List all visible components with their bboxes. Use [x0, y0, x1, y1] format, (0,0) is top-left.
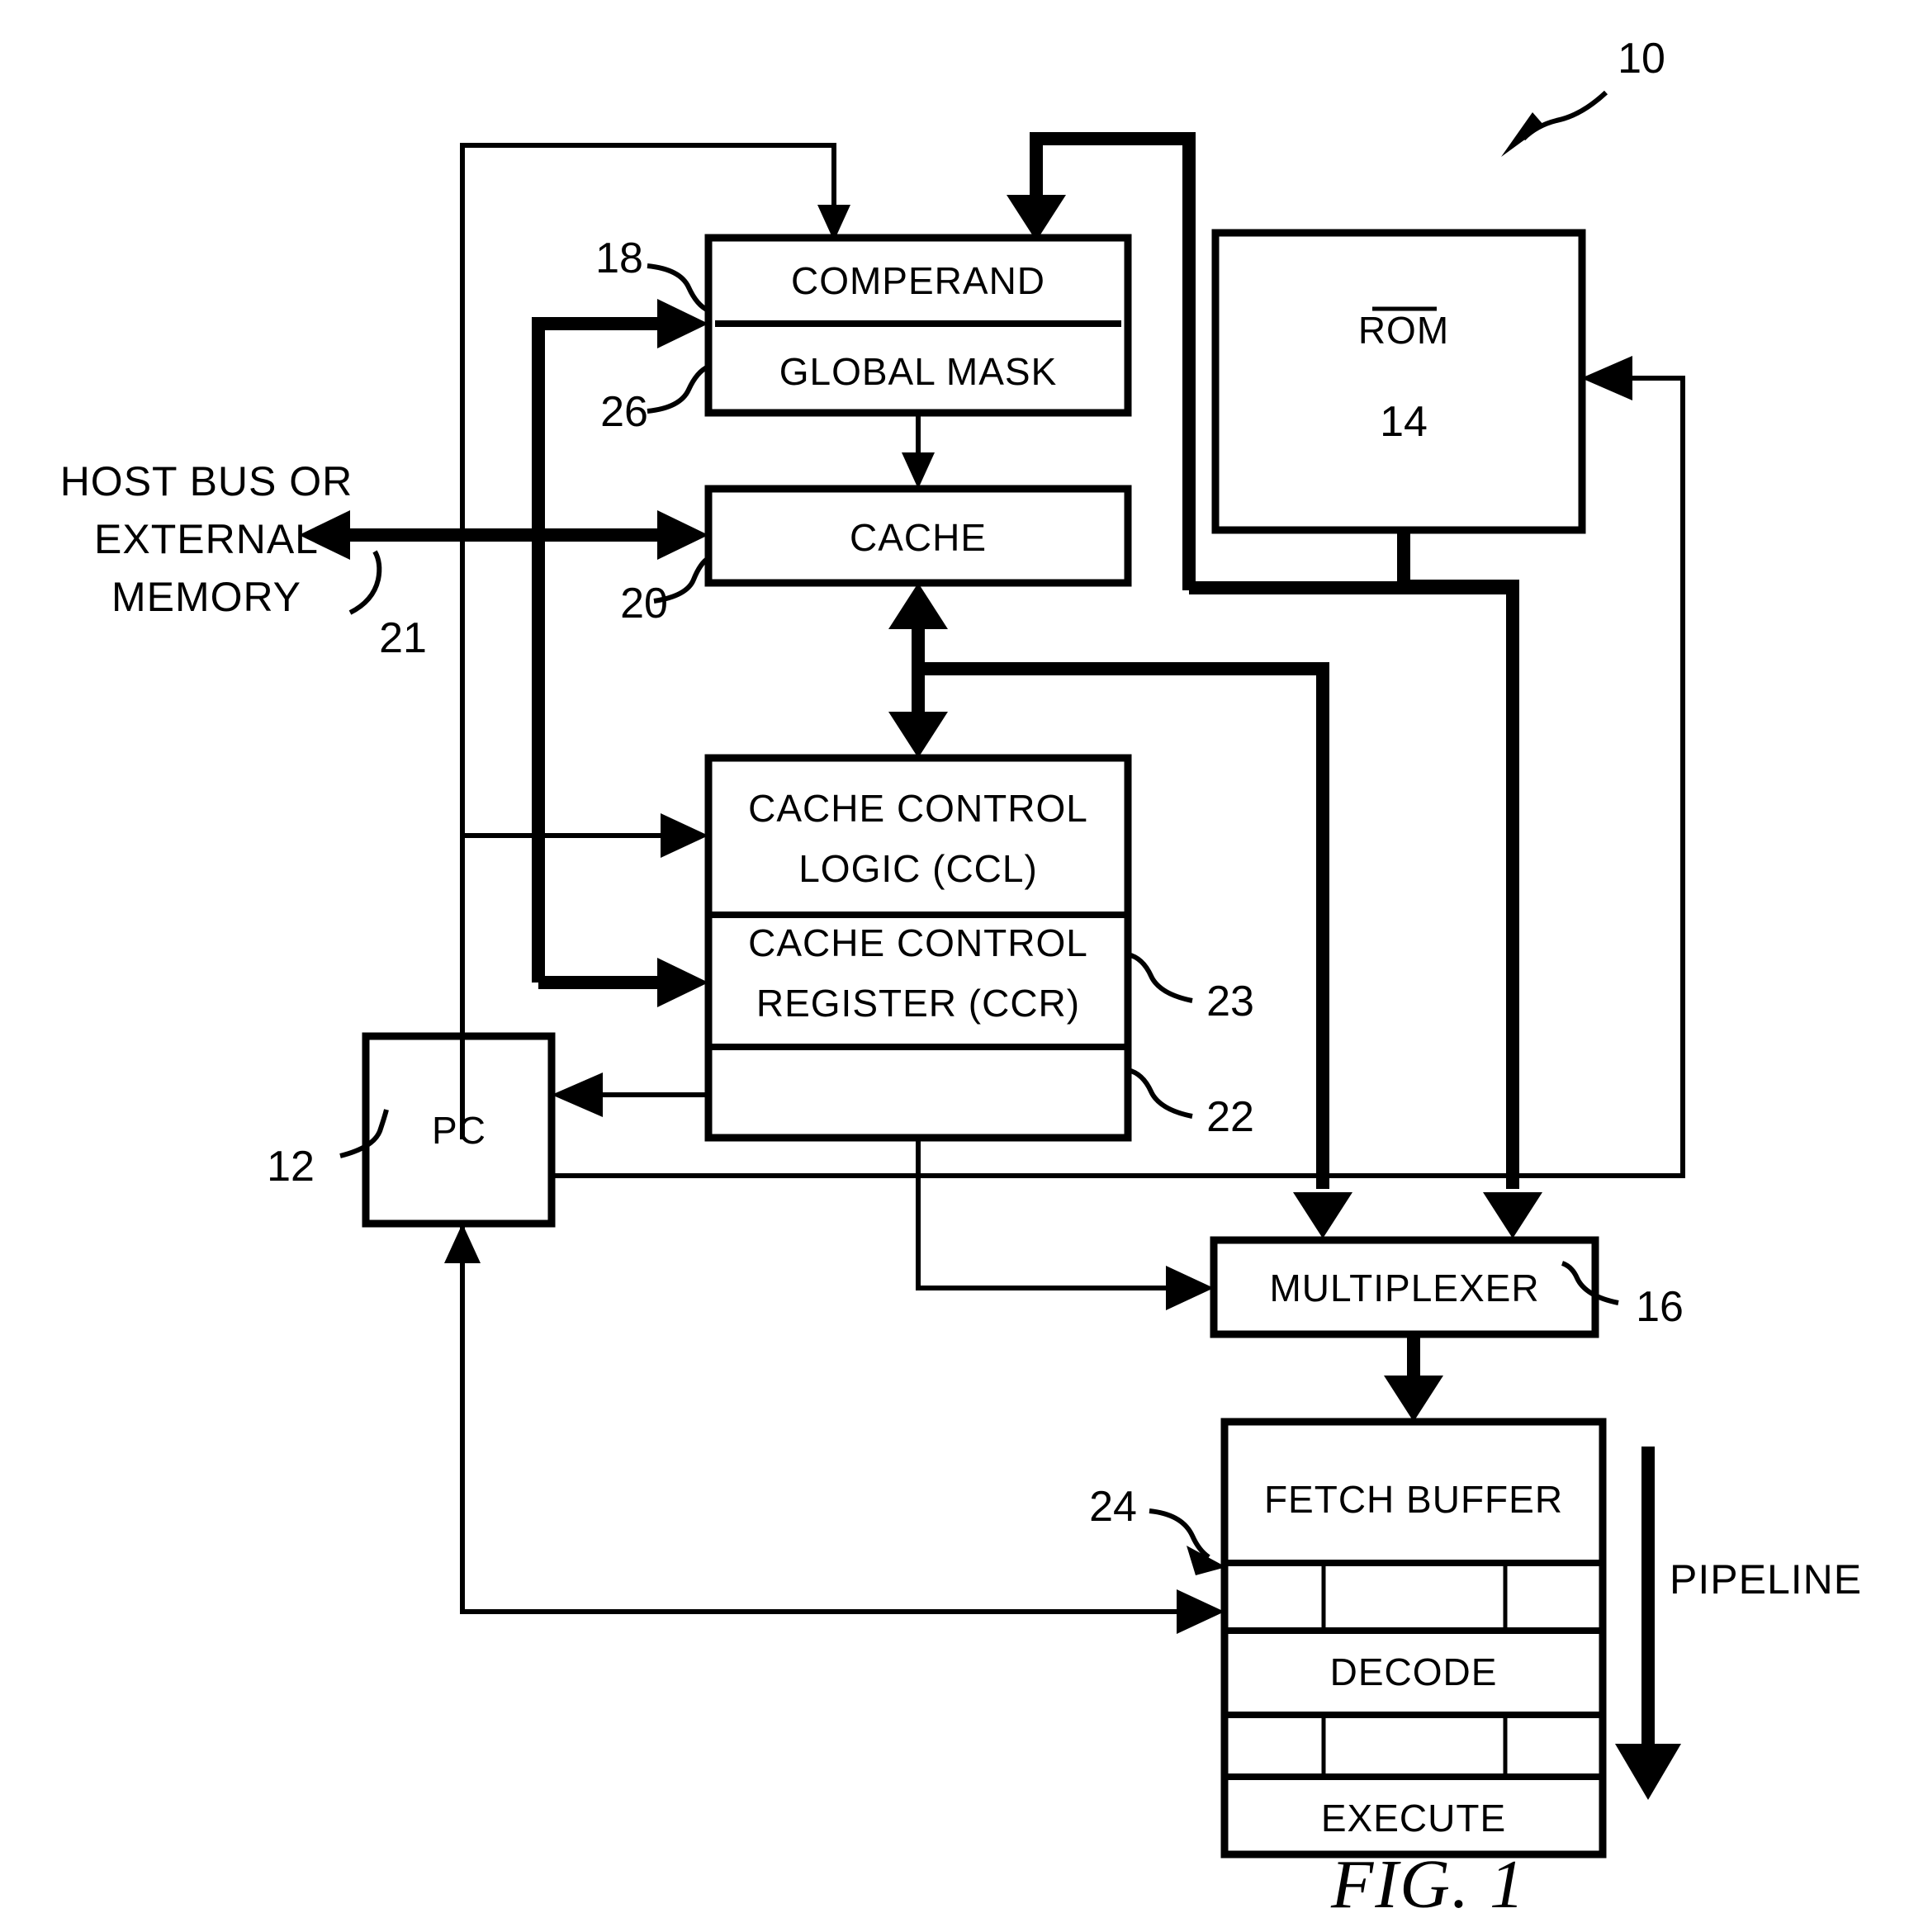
wire-cachecontrol-to-mux	[916, 1138, 1214, 1310]
comperand-label: COMPERAND	[791, 259, 1045, 302]
globalmask-label: GLOBAL MASK	[779, 350, 1058, 393]
ccr-label-line2: REGISTER (CCR)	[756, 982, 1080, 1025]
wire-rail-to-ccr	[538, 958, 708, 1007]
leader-24-arrowhead	[1187, 1546, 1226, 1575]
host-bus-line1: HOST BUS OR	[60, 458, 353, 504]
host-bus-line2: EXTERNAL	[94, 516, 319, 562]
ccl-label-line1: CACHE CONTROL	[748, 787, 1088, 830]
rom-ref-14: 14	[1380, 398, 1428, 446]
ref-18: 18	[595, 234, 643, 282]
patent-figure-page: COMPERAND GLOBAL MASK ROM 14 CACHE CACHE…	[0, 0, 1928, 1932]
leader-10-arrowhead	[1501, 112, 1544, 157]
pipeline-arrow	[1615, 1447, 1681, 1800]
cache-label: CACHE	[850, 516, 987, 559]
wire-decode-to-pc	[460, 1224, 1225, 1634]
ref-10: 10	[1618, 35, 1665, 83]
wire-rom-to-mux	[1397, 530, 1542, 1238]
ref-26: 26	[600, 388, 648, 436]
wire-mux-to-fetch	[1384, 1333, 1443, 1422]
ccl-label-line2: LOGIC (CCL)	[798, 847, 1038, 890]
wire-cachecontrol-to-pc	[552, 1073, 708, 1117]
multiplexer-label: MULTIPLEXER	[1269, 1267, 1539, 1309]
diagram-canvas: COMPERAND GLOBAL MASK ROM 14 CACHE CACHE…	[60, 35, 1862, 1923]
wire-pc-feedback-up	[444, 1224, 481, 1612]
host-bus-line3: MEMORY	[111, 574, 301, 620]
leader-10	[1521, 90, 1608, 141]
pc-label: PC	[432, 1109, 486, 1152]
leader-26	[647, 364, 710, 414]
block-rom	[1211, 229, 1586, 534]
pipeline-label: PIPELINE	[1670, 1556, 1862, 1603]
wire-rail-to-ccl	[462, 813, 708, 858]
leader-22	[1127, 1068, 1193, 1119]
figure-caption: FIG. 1	[1330, 1846, 1526, 1923]
ref-24: 24	[1089, 1483, 1137, 1531]
rom-label: ROM	[1358, 309, 1449, 352]
ref-22: 22	[1206, 1093, 1254, 1141]
leader-16	[1561, 1261, 1619, 1305]
wire-globalmask-to-cache	[902, 413, 935, 489]
execute-label: EXECUTE	[1321, 1797, 1506, 1840]
leader-23	[1127, 952, 1193, 1003]
leader-18	[647, 263, 710, 313]
decode-label: DECODE	[1330, 1650, 1498, 1693]
ref-21: 21	[379, 614, 427, 662]
ref-20: 20	[620, 580, 668, 627]
leader-21	[348, 550, 382, 615]
leader-24	[1149, 1508, 1210, 1560]
wire-to-host-bus	[299, 510, 462, 560]
fetch-buffer-label: FETCH BUFFER	[1264, 1478, 1563, 1521]
ref-16: 16	[1636, 1283, 1684, 1331]
ccr-label-line1: CACHE CONTROL	[748, 921, 1088, 964]
ref-12: 12	[267, 1143, 315, 1191]
ref-23: 23	[1206, 978, 1254, 1025]
